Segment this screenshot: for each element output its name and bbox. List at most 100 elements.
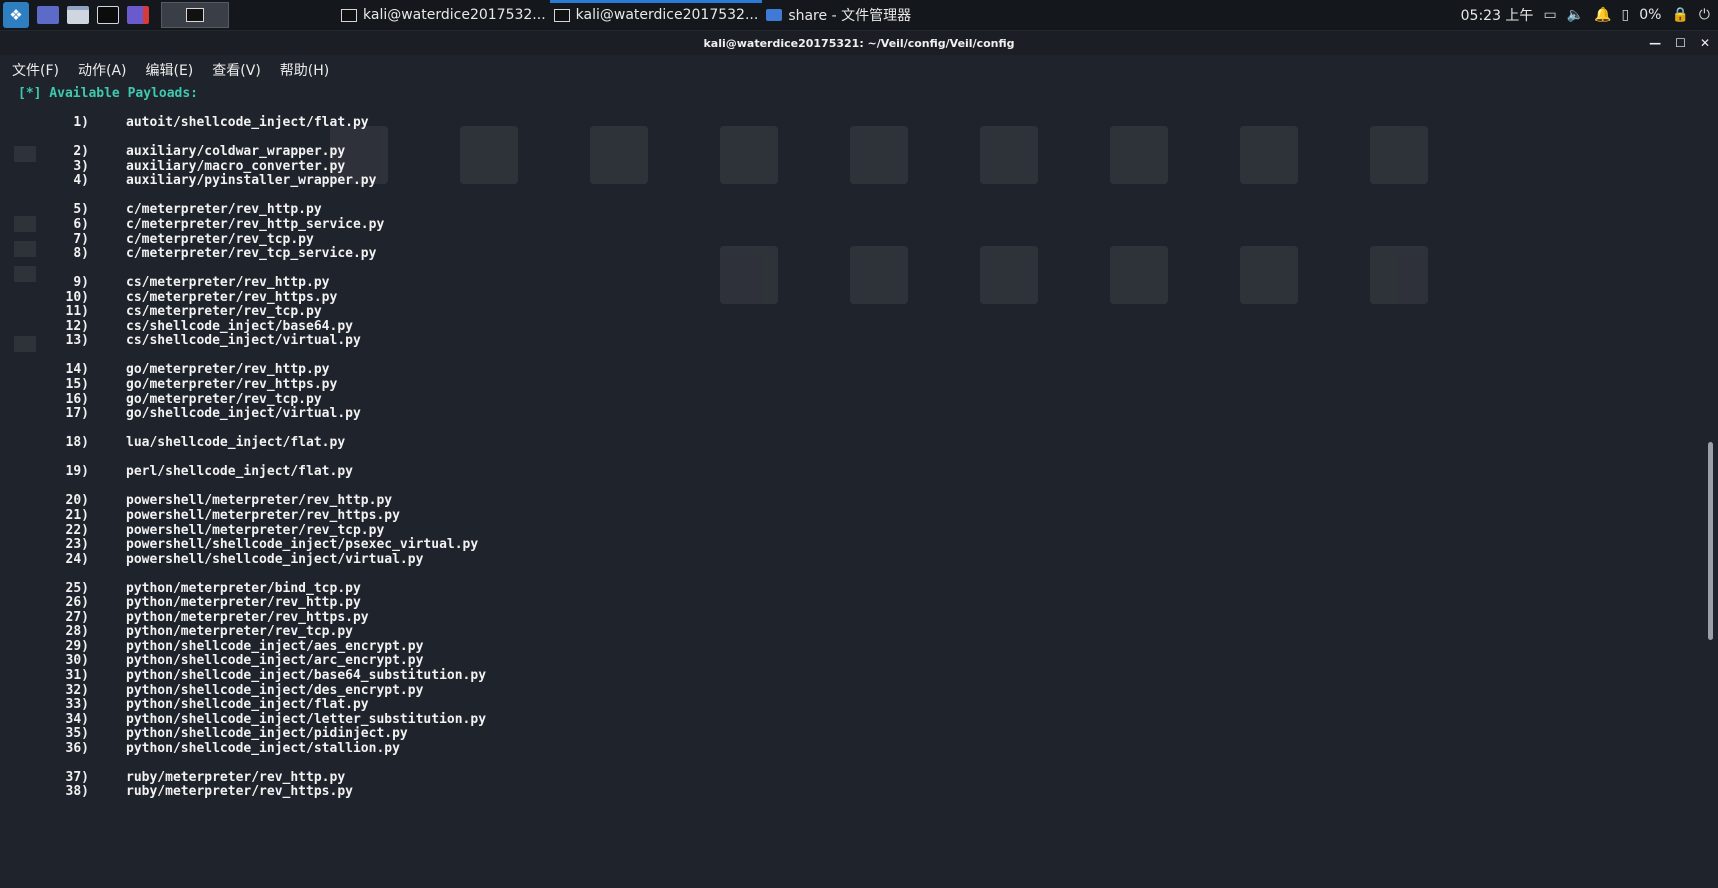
battery-icon[interactable]: ▯ (1622, 7, 1630, 23)
battery-percent: 0% (1639, 7, 1662, 23)
payload-path: cs/meterpreter/rev_tcp.py (126, 304, 322, 320)
terminal-launcher-icon[interactable] (97, 6, 119, 24)
payload-path: go/shellcode_inject/virtual.py (126, 406, 361, 422)
clock[interactable]: 05:23 上午 (1461, 5, 1534, 25)
window-titlebar[interactable]: kali@waterdice20175321: ~/Veil/config/Ve… (0, 31, 1718, 55)
taskbar: kali@waterdice2017532... kali@waterdice2… (337, 0, 915, 30)
payload-number: 8) (73, 246, 89, 262)
payload-path: python/shellcode_inject/letter_substitut… (126, 711, 487, 727)
task-terminal-1[interactable]: kali@waterdice2017532... (337, 0, 550, 30)
payload-path: python/shellcode_inject/base64_substitut… (126, 668, 487, 683)
file-manager-launcher-icon[interactable] (67, 6, 89, 24)
payload-path: python/shellcode_inject/aes_encrypt.py (126, 638, 424, 654)
notification-bell-icon[interactable]: 🔔 (1594, 7, 1611, 23)
power-icon[interactable]: ⏻ (1699, 7, 1710, 23)
payload-number: 37) (65, 769, 89, 785)
terminal-output[interactable]: [*] Available Payloads: 1) autoit/shellco… (0, 86, 1700, 888)
show-desktop-icon[interactable] (37, 6, 59, 24)
payload-number: 38) (65, 784, 89, 800)
menu-edit[interactable]: 编辑(E) (146, 60, 194, 80)
payloads-header: [*] Available Payloads: (18, 86, 199, 101)
payload-number: 2) (73, 144, 89, 160)
payload-path: powershell/meterpreter/rev_https.py (126, 507, 400, 523)
payload-number: 27) (65, 609, 89, 625)
payload-number: 33) (65, 697, 89, 713)
payload-number: 13) (65, 333, 89, 349)
payload-path: python/meterpreter/rev_tcp.py (126, 624, 353, 640)
payload-path: lua/shellcode_inject/flat.py (126, 435, 346, 451)
task-file-manager[interactable]: share - 文件管理器 (762, 0, 915, 30)
payload-path: ruby/meterpreter/rev_http.py (126, 769, 346, 785)
payload-path: python/shellcode_inject/pidinject.py (126, 726, 408, 742)
folder-icon (766, 9, 783, 21)
payload-path: powershell/meterpreter/rev_tcp.py (126, 522, 385, 538)
payload-path: python/shellcode_inject/des_encrypt.py (126, 682, 424, 698)
minimize-icon[interactable]: — (1649, 36, 1661, 50)
payload-number: 11) (65, 304, 89, 320)
payload-number: 5) (73, 202, 89, 218)
system-tray: 05:23 上午 ▭ 🔈 🔔 ▯ 0% 🔒 ⏻ (1461, 5, 1718, 25)
payload-number: 19) (65, 464, 89, 480)
payload-number: 25) (65, 580, 89, 596)
menu-view[interactable]: 查看(V) (212, 60, 261, 80)
task-terminal-2[interactable]: kali@waterdice2017532... (549, 0, 763, 30)
screen-recorder-launcher-icon[interactable] (127, 6, 149, 24)
close-icon[interactable]: ✕ (1700, 36, 1710, 50)
payload-path: c/meterpreter/rev_http_service.py (126, 216, 385, 232)
payload-number: 3) (73, 158, 89, 174)
payload-path: cs/shellcode_inject/base64.py (126, 318, 353, 334)
workspace-switcher[interactable] (161, 2, 229, 28)
payload-number: 1) (73, 115, 89, 131)
top-panel: ❖ kali@waterdice2017532... kali@waterdic… (0, 0, 1718, 31)
payload-path: powershell/shellcode_inject/virtual.py (126, 551, 424, 567)
payload-number: 18) (65, 435, 89, 451)
payload-number: 4) (73, 173, 89, 189)
payload-path: python/shellcode_inject/flat.py (126, 697, 369, 713)
payload-path: go/meterpreter/rev_http.py (126, 362, 330, 378)
menu-file[interactable]: 文件(F) (12, 60, 59, 80)
payload-number: 36) (65, 740, 89, 756)
scrollbar-thumb[interactable] (1708, 442, 1713, 640)
menu-actions[interactable]: 动作(A) (78, 60, 127, 80)
payload-number: 9) (73, 275, 89, 291)
terminal-icon (341, 8, 357, 22)
window-controls: — ☐ ✕ (1649, 31, 1710, 55)
kali-menu-icon[interactable]: ❖ (3, 2, 29, 28)
payload-path: c/meterpreter/rev_tcp.py (126, 231, 314, 247)
payload-path: c/meterpreter/rev_http.py (126, 202, 322, 218)
volume-icon[interactable]: 🔈 (1567, 7, 1584, 23)
payload-number: 10) (65, 289, 89, 305)
payload-number: 32) (65, 682, 89, 698)
payload-path: powershell/meterpreter/rev_http.py (126, 493, 393, 509)
payload-number: 35) (65, 726, 89, 742)
terminal-icon (553, 8, 570, 22)
payload-number: 24) (65, 551, 89, 567)
payload-path: ruby/meterpreter/rev_https.py (126, 784, 353, 800)
display-icon[interactable]: ▭ (1543, 7, 1556, 23)
payload-number: 22) (65, 522, 89, 538)
payload-number: 12) (65, 318, 89, 334)
menu-bar: 文件(F) 动作(A) 编辑(E) 查看(V) 帮助(H) (0, 55, 1718, 85)
payload-path: cs/meterpreter/rev_http.py (126, 275, 330, 291)
terminal-scrollbar[interactable] (1700, 86, 1718, 888)
task-label: kali@waterdice2017532... (575, 7, 759, 23)
payload-number: 17) (65, 406, 89, 422)
payload-number: 15) (65, 377, 89, 392)
payload-number: 20) (65, 493, 89, 509)
payload-path: python/meterpreter/rev_http.py (126, 595, 361, 611)
payload-number: 21) (65, 507, 89, 523)
payload-path: python/meterpreter/rev_https.py (126, 609, 369, 625)
payload-number: 7) (73, 231, 89, 247)
payload-path: auxiliary/pyinstaller_wrapper.py (126, 173, 377, 189)
payload-path: powershell/shellcode_inject/psexec_virtu… (126, 537, 479, 553)
payload-path: go/meterpreter/rev_tcp.py (126, 391, 322, 407)
payload-path: go/meterpreter/rev_https.py (126, 377, 338, 392)
menu-help[interactable]: 帮助(H) (280, 60, 329, 80)
task-label: share - 文件管理器 (788, 8, 912, 24)
payload-path: cs/meterpreter/rev_https.py (126, 289, 338, 305)
payload-number: 31) (65, 668, 89, 683)
payload-path: cs/shellcode_inject/virtual.py (126, 333, 361, 349)
maximize-icon[interactable]: ☐ (1675, 36, 1686, 50)
payload-path: c/meterpreter/rev_tcp_service.py (126, 246, 377, 262)
lock-icon[interactable]: 🔒 (1671, 7, 1688, 23)
